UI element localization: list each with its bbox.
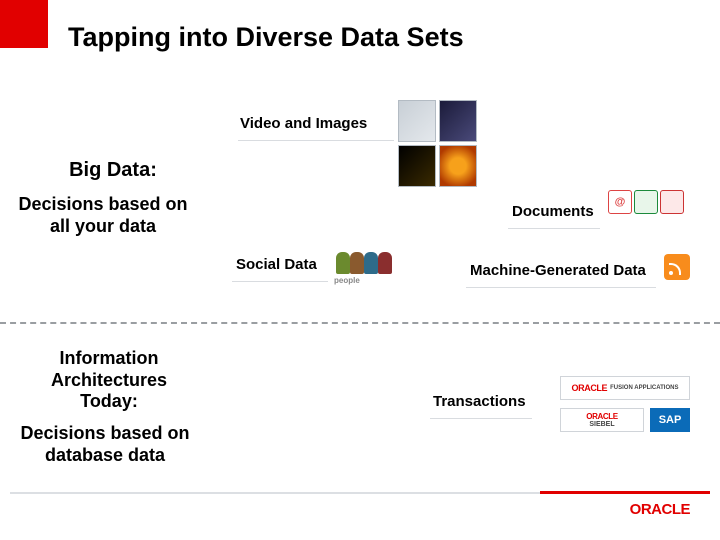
vendor-sap: SAP [650, 408, 690, 432]
underline [508, 228, 600, 229]
corner-red-block [0, 0, 48, 48]
label-social-data: Social Data [236, 256, 317, 274]
vendor-oracle-fusion: ORACLE FUSION APPLICATIONS [560, 376, 690, 400]
underline [466, 287, 656, 288]
person-icon [378, 252, 392, 274]
person-icon [364, 252, 378, 274]
thumb [439, 145, 477, 187]
documents-icons: @ [608, 190, 684, 214]
pdf-icon [660, 190, 684, 214]
underline [430, 418, 532, 419]
thumb [439, 100, 477, 142]
oracle-wordmark: ORACLE [586, 412, 617, 421]
underline [238, 140, 394, 141]
today-heading: Information Architectures Today: [24, 348, 194, 413]
today-subheading: Decisions based on database data [10, 423, 200, 466]
thumb [398, 145, 436, 187]
page-title: Tapping into Diverse Data Sets [68, 22, 464, 53]
horizontal-divider [0, 322, 720, 324]
video-images-thumbs [398, 100, 477, 187]
vendor-oracle-siebel: ORACLE SIEBEL [560, 408, 644, 432]
thumb [398, 100, 436, 142]
bigdata-subheading: Decisions based on all your data [8, 194, 198, 237]
spreadsheet-icon [634, 190, 658, 214]
people-icon [336, 252, 392, 274]
label-documents: Documents [512, 203, 594, 221]
footer-red-accent [540, 491, 710, 494]
bigdata-heading: Big Data: [28, 158, 198, 182]
siebel-text: SIEBEL [589, 421, 614, 428]
people-caption: people [334, 276, 360, 285]
oracle-wordmark: ORACLE [572, 383, 608, 393]
label-machine-generated: Machine-Generated Data [470, 262, 646, 280]
underline [232, 281, 328, 282]
person-icon [350, 252, 364, 274]
at-icon: @ [608, 190, 632, 214]
rss-icon [664, 254, 690, 280]
person-icon [336, 252, 350, 274]
label-transactions: Transactions [433, 393, 526, 411]
footer-oracle-logo: ORACLE [630, 501, 690, 518]
label-video-images: Video and Images [240, 115, 367, 133]
fusion-text: FUSION APPLICATIONS [610, 385, 678, 391]
